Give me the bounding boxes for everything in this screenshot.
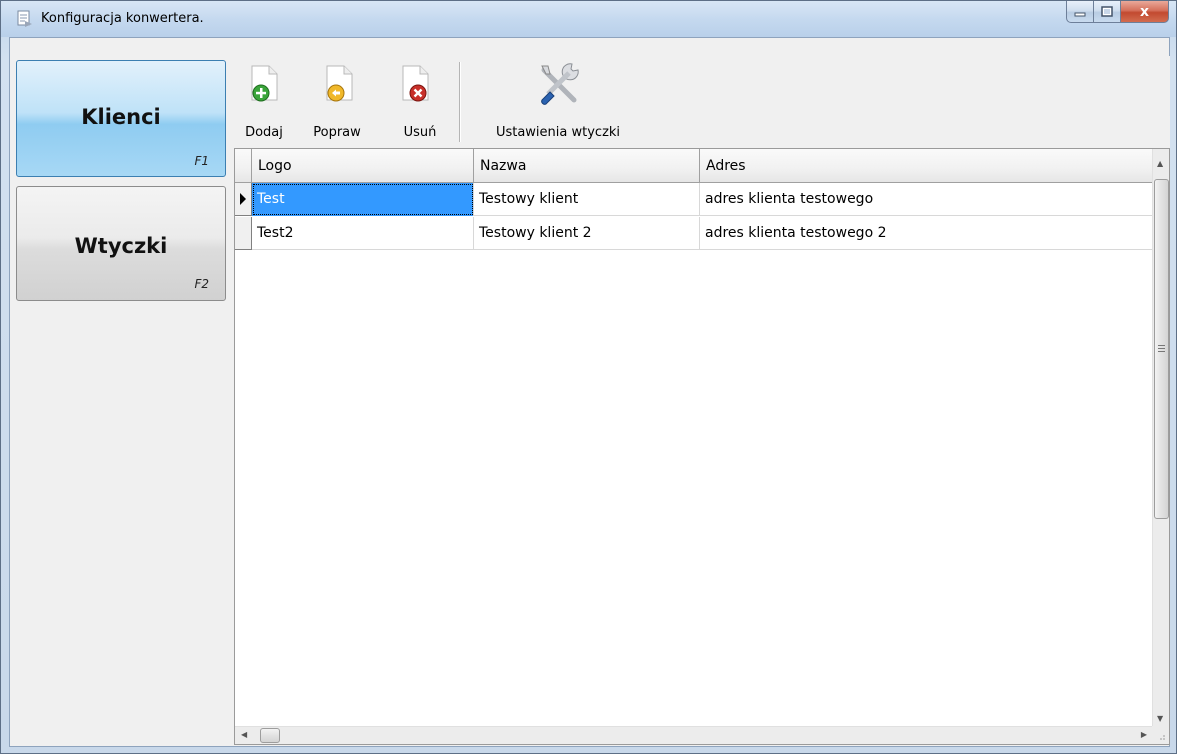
nav-shortcut: F2 [194, 277, 209, 291]
toolbar: Dodaj Popraw Usuń Ustawienia wtyczki [234, 56, 1170, 148]
add-button[interactable]: Dodaj [238, 56, 290, 144]
nav-label: Klienci [81, 105, 161, 129]
close-icon: x [1139, 3, 1150, 20]
delete-button-label: Usuń [403, 125, 437, 140]
cell-nazwa[interactable]: Testowy klient 2 [474, 217, 700, 250]
vertical-scroll-thumb[interactable] [1154, 179, 1169, 519]
scrollbar-corner [1152, 726, 1169, 744]
column-header-logo[interactable]: Logo [252, 149, 474, 182]
edit-button[interactable]: Popraw [292, 56, 382, 144]
plugin-settings-label: Ustawienia wtyczki [495, 125, 621, 140]
document-delete-icon [402, 65, 429, 102]
tools-icon [541, 63, 579, 105]
caption-buttons: x [1066, 1, 1169, 23]
grip-icon [1158, 345, 1165, 352]
current-row-arrow-icon [240, 193, 246, 205]
header-corner [235, 149, 252, 182]
toolbar-separator [459, 62, 461, 142]
cell-logo[interactable]: Test2 [252, 217, 474, 250]
row-indicator[interactable] [235, 217, 252, 250]
column-header-adres[interactable]: Adres [700, 149, 1153, 182]
delete-button[interactable]: Usuń [390, 56, 450, 144]
minimize-button[interactable] [1066, 1, 1094, 23]
window-title: Konfiguracja konwertera. [41, 11, 204, 26]
edit-button-label: Popraw [313, 125, 361, 140]
vertical-scrollbar[interactable]: ▲ ▼ [1152, 149, 1169, 727]
nav-button-klienci[interactable]: Klienci F1 [16, 60, 226, 177]
minimize-icon [1074, 12, 1086, 16]
document-add-icon [251, 65, 278, 102]
add-button-label: Dodaj [245, 125, 283, 140]
cell-logo[interactable]: Test [252, 183, 474, 216]
resize-grip-icon [1160, 735, 1165, 740]
horizontal-scrollbar[interactable]: ◀ ▶ [235, 726, 1153, 744]
maximize-button[interactable] [1094, 1, 1121, 23]
app-icon [16, 10, 34, 28]
scroll-up-icon[interactable]: ▲ [1157, 159, 1163, 168]
nav-shortcut: F1 [194, 154, 209, 168]
horizontal-scroll-thumb[interactable] [260, 728, 280, 743]
clients-grid[interactable]: Logo Nazwa Adres Test Testowy klient adr… [234, 148, 1170, 745]
plugin-settings-button[interactable]: Ustawienia wtyczki [472, 56, 644, 144]
column-header-nazwa[interactable]: Nazwa [474, 149, 700, 182]
scroll-right-icon[interactable]: ▶ [1141, 730, 1147, 739]
cell-nazwa[interactable]: Testowy klient [474, 183, 700, 216]
table-row[interactable]: Test Testowy klient adres klienta testow… [235, 183, 1153, 216]
grid-header: Logo Nazwa Adres [235, 149, 1153, 183]
scroll-down-icon[interactable]: ▼ [1157, 714, 1163, 723]
document-edit-icon [326, 65, 353, 102]
row-indicator[interactable] [235, 183, 252, 216]
scroll-left-icon[interactable]: ◀ [241, 730, 247, 739]
cell-adres[interactable]: adres klienta testowego [700, 183, 1153, 216]
table-row[interactable]: Test2 Testowy klient 2 adres klienta tes… [235, 217, 1153, 250]
maximize-icon [1101, 6, 1113, 17]
title-bar[interactable]: Konfiguracja konwertera. x [1, 1, 1176, 37]
cell-adres[interactable]: adres klienta testowego 2 [700, 217, 1153, 250]
close-button[interactable]: x [1121, 1, 1169, 23]
nav-button-wtyczki[interactable]: Wtyczki F2 [16, 186, 226, 301]
nav-label: Wtyczki [74, 234, 168, 258]
